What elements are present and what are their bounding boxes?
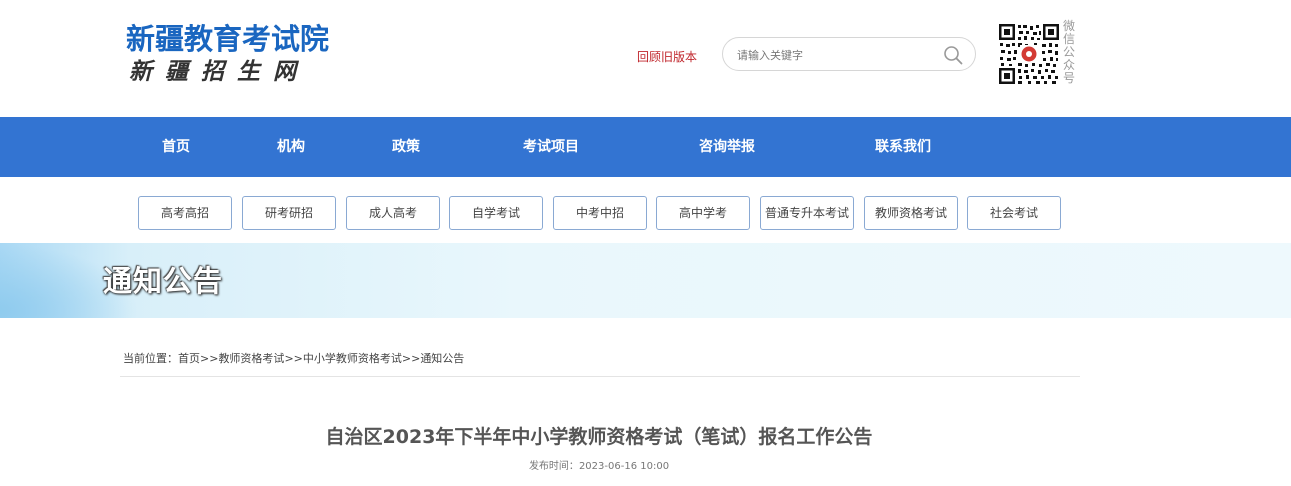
publish-time: 2023-06-16 10:00 <box>578 461 670 472</box>
breadcrumb-prefix: 当前位置： <box>123 352 178 365</box>
article-title: 自治区2023年下半年中小学教师资格考试（笔试）报名工作公告 <box>325 426 873 448</box>
category-button-gaokao[interactable]: 高考高招 <box>138 196 232 230</box>
nav-item-consult-report[interactable]: 咨询举报 <box>699 117 755 177</box>
exam-category-bar: 高考高招 研考研招 成人高考 自学考试 中考中招 高中学考 普通专升本考试 教师… <box>0 177 1291 243</box>
nav-item-contact[interactable]: 联系我们 <box>875 117 931 177</box>
search-icon[interactable] <box>943 45 963 65</box>
category-button-postgrad[interactable]: 研考研招 <box>242 196 336 230</box>
breadcrumb-separator: >> <box>200 352 219 365</box>
wechat-qr-code <box>998 23 1060 85</box>
site-header: 新疆教育考试院 新疆招生网 回顾旧版本 请输入关键字 微信公众号 <box>0 0 1291 117</box>
search-input[interactable] <box>735 44 939 66</box>
breadcrumb-item-notices[interactable]: 通知公告 <box>420 350 464 366</box>
nav-item-home[interactable]: 首页 <box>162 117 190 177</box>
section-banner: 通知公告 <box>0 243 1291 318</box>
site-logo[interactable]: 新疆教育考试院 新疆招生网 <box>126 22 336 88</box>
qr-caption: 微信公众号 <box>1063 19 1076 85</box>
nav-item-policy[interactable]: 政策 <box>392 117 420 177</box>
breadcrumb: 当前位置：首页>>教师资格考试>>中小学教师资格考试>>通知公告 <box>123 350 464 366</box>
breadcrumb-divider <box>120 376 1080 377</box>
nav-item-organization[interactable]: 机构 <box>277 117 305 177</box>
breadcrumb-item-primary-secondary[interactable]: 中小学教师资格考试 <box>303 350 402 366</box>
breadcrumb-item-teacher-cert[interactable]: 教师资格考试 <box>218 350 284 366</box>
nav-item-exam-projects[interactable]: 考试项目 <box>523 117 579 177</box>
publish-label: 发布时间： <box>528 461 579 472</box>
category-button-adult[interactable]: 成人高考 <box>346 196 440 230</box>
logo-subtitle: 新疆招生网 <box>129 58 309 85</box>
search-box <box>722 37 976 71</box>
category-button-self-study[interactable]: 自学考试 <box>449 196 543 230</box>
article-meta: 发布时间：2023-06-16 10:00 <box>0 457 1198 472</box>
breadcrumb-item-home[interactable]: 首页 <box>178 350 200 366</box>
old-version-link[interactable]: 回顾旧版本 <box>637 48 697 65</box>
category-button-upgrade[interactable]: 普通专升本考试 <box>760 196 854 230</box>
category-button-high-school-test[interactable]: 高中学考 <box>656 196 750 230</box>
breadcrumb-separator: >> <box>401 352 421 365</box>
logo-title: 新疆教育考试院 <box>126 22 330 56</box>
category-button-teacher-cert[interactable]: 教师资格考试 <box>864 196 958 230</box>
main-nav: 首页 机构 政策 考试项目 咨询举报 联系我们 <box>0 117 1291 177</box>
breadcrumb-separator: >> <box>284 352 303 365</box>
category-button-zhongkao[interactable]: 中考中招 <box>553 196 647 230</box>
category-button-social[interactable]: 社会考试 <box>967 196 1061 230</box>
banner-title: 通知公告 <box>103 264 224 298</box>
